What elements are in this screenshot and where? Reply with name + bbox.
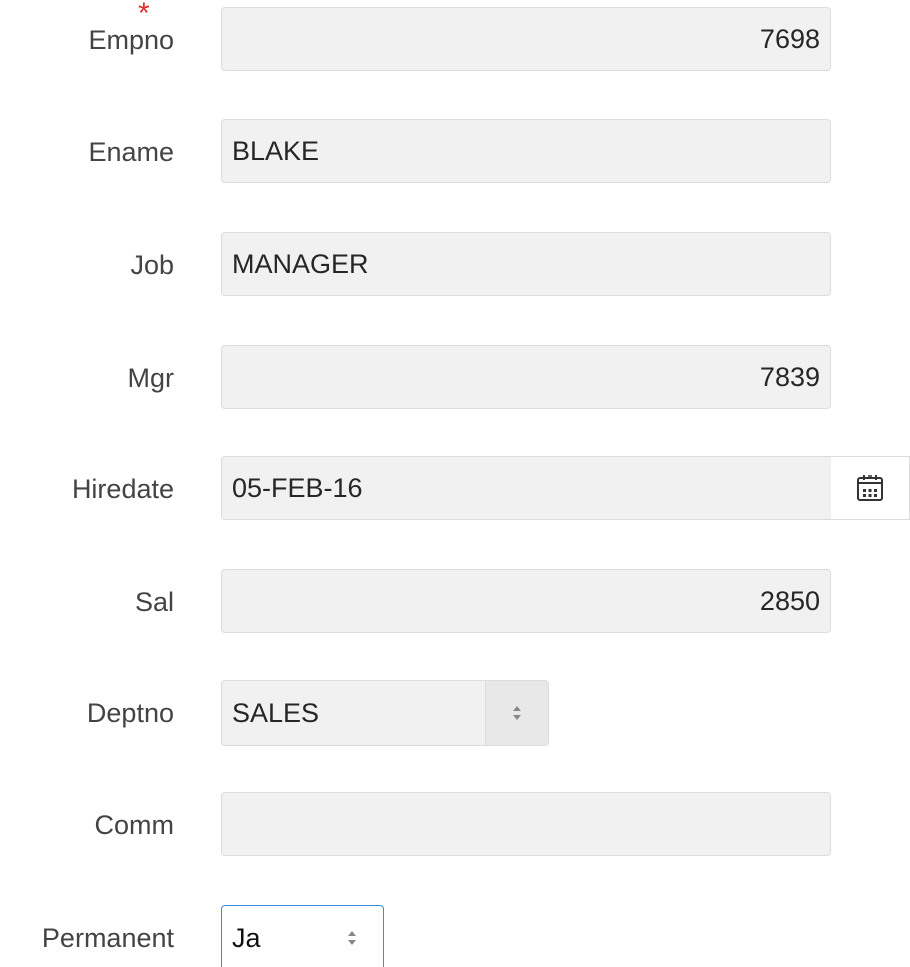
hiredate-field[interactable]: 05-FEB-16 [221, 456, 832, 520]
calendar-icon [857, 475, 883, 501]
empno-field[interactable]: 7698 [221, 7, 831, 71]
required-asterisk: * [138, 0, 150, 30]
permanent-row: Permanent Ja [0, 905, 910, 967]
ename-label: Ename [88, 137, 174, 167]
hiredate-row: Hiredate 05-FEB-16 [0, 456, 910, 522]
comm-label: Comm [94, 810, 175, 840]
deptno-row: Deptno SALES [0, 680, 910, 746]
ename-row: Ename BLAKE [0, 119, 910, 185]
job-field[interactable]: MANAGER [221, 232, 831, 296]
empno-label: Empno [88, 25, 174, 55]
ename-field[interactable]: BLAKE [221, 119, 831, 183]
permanent-select[interactable]: Ja [221, 905, 384, 967]
comm-field[interactable] [221, 792, 831, 856]
select-arrows-icon [485, 681, 548, 745]
employee-form: Empno * 7698 Ename BLAKE Job MANAGER Mgr… [0, 0, 910, 967]
calendar-button[interactable] [831, 456, 910, 520]
select-arrows-icon [321, 906, 383, 967]
sal-label: Sal [134, 587, 174, 617]
deptno-select[interactable]: SALES [221, 680, 549, 746]
sal-row: Sal 2850 [0, 569, 910, 635]
mgr-row: Mgr 7839 [0, 345, 910, 411]
sal-field[interactable]: 2850 [221, 569, 831, 633]
mgr-field[interactable]: 7839 [221, 345, 831, 409]
empno-row: Empno * 7698 [0, 0, 910, 73]
comm-row: Comm [0, 792, 910, 858]
deptno-selected-value: SALES [232, 698, 320, 728]
mgr-label: Mgr [127, 363, 175, 393]
permanent-selected-value: Ja [232, 923, 261, 953]
deptno-label: Deptno [86, 698, 174, 728]
job-label: Job [130, 250, 174, 280]
job-row: Job MANAGER [0, 232, 910, 298]
hiredate-label: Hiredate [71, 474, 174, 504]
permanent-label: Permanent [41, 923, 174, 953]
